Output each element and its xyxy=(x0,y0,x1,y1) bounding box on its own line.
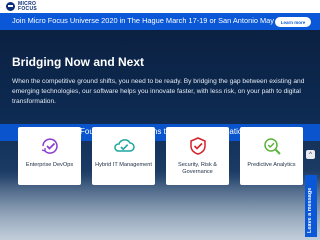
devops-check-icon xyxy=(41,138,58,154)
card-label: Predictive Analytics xyxy=(247,162,296,168)
top-bar: MICRO FOCUS xyxy=(0,0,320,13)
card-hybrid-it-management[interactable]: Hybrid IT Management xyxy=(92,127,155,185)
logo-mark-icon xyxy=(6,2,15,11)
card-label: Hybrid IT Management xyxy=(95,162,152,168)
scroll-to-top-button[interactable]: ^ xyxy=(306,150,315,159)
card-label: Enterprise DevOps xyxy=(25,162,74,168)
card-enterprise-devops[interactable]: Enterprise DevOps xyxy=(18,127,81,185)
shield-check-icon xyxy=(189,137,206,155)
magnifier-check-icon xyxy=(263,138,281,155)
logo-line-2: FOCUS xyxy=(18,5,37,12)
leave-a-message-tab[interactable]: Leave a message xyxy=(305,175,317,237)
micro-focus-logo[interactable]: MICRO FOCUS xyxy=(6,1,37,12)
cloud-check-icon xyxy=(113,139,135,152)
learn-more-button[interactable]: Learn more xyxy=(275,17,311,27)
event-banner: Join Micro Focus Universe 2020 in The Ha… xyxy=(0,13,320,30)
card-predictive-analytics[interactable]: Predictive Analytics xyxy=(240,127,303,185)
card-label: Security, Risk & Governance xyxy=(177,162,218,175)
hero-title: Bridging Now and Next xyxy=(12,55,144,69)
card-security-risk-governance[interactable]: Security, Risk & Governance xyxy=(166,127,229,185)
banner-text[interactable]: Join Micro Focus Universe 2020 in The Ha… xyxy=(12,16,295,25)
hero-body: When the competitive ground shifts, you … xyxy=(12,78,305,105)
leave-a-message-label: Leave a message xyxy=(307,187,313,233)
